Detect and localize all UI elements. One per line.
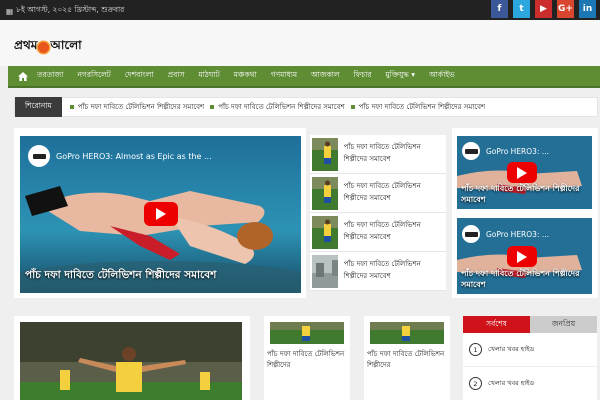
nav-item-gonomadhyom[interactable]: গণমাধ্যম	[264, 65, 304, 87]
video-header: GoPro HERO3: ...	[462, 142, 549, 160]
list-item-text: পাঁচ দফা দাবিতে টেলিভিশন শিল্পীদের সমাবে…	[343, 221, 421, 241]
logo-text-part2: আলো	[50, 38, 82, 52]
channel-avatar	[462, 225, 480, 243]
tab-latest[interactable]: সর্বশেষ	[463, 316, 530, 333]
item-text: খেলার খবর হাইড	[488, 345, 535, 353]
ticker-item[interactable]: পাঁচ দফা দাবিতে টেলিভিশন শিল্পীদের সমাবে…	[210, 101, 345, 113]
headline-ticker: শিরোনাম পাঁচ দফা দাবিতে টেলিভিশন শিল্পীদ…	[14, 96, 598, 117]
sun-logo-icon	[38, 41, 50, 53]
bottom-card[interactable]: পাঁচ দফা দাবিতে টেলিভিশন শিল্পীদের	[264, 316, 350, 400]
current-date: ▦ ৮ই আগস্ট, ২০২৫ খ্রিস্টাব্দ, শুক্রবার	[6, 5, 124, 17]
nav-item-feature[interactable]: ফিচার	[347, 65, 379, 87]
video-header: GoPro HERO3: ...	[462, 225, 549, 243]
soccer-thumbnail	[312, 138, 338, 171]
square-bullet-icon	[350, 105, 355, 109]
list-item-text: পাঁচ দফা দাবিতে টেলিভিশন শিল্পীদের সমাবে…	[343, 143, 421, 163]
item-number: 2	[469, 377, 482, 390]
square-bullet-icon	[210, 105, 215, 109]
ticker-label: শিরোনাম	[15, 96, 62, 117]
video-title[interactable]: GoPro HERO3: Almost as Epic as the ...	[56, 152, 212, 161]
video-title[interactable]: GoPro HERO3: ...	[486, 147, 549, 156]
nav-item-mathghat[interactable]: মাঠঘাট	[191, 65, 226, 87]
list-item[interactable]: 1 খেলার খবর হাইড	[463, 333, 597, 367]
list-item[interactable]: 2 খেলার খবর হাইড	[463, 367, 597, 400]
site-logo[interactable]: প্রথম আলো	[14, 37, 82, 57]
flood-thumbnail	[312, 255, 338, 288]
nav-item-nogorsylhet[interactable]: নগরসিলেট	[70, 65, 117, 87]
soccer-player-image	[20, 322, 242, 400]
camera-icon	[32, 153, 46, 159]
featured-caption[interactable]: পাঁচ দফা দাবিতে টেলিভিশন শিল্পীদের সমাবে…	[25, 268, 216, 285]
google-plus-icon[interactable]: G+	[557, 0, 574, 18]
square-bullet-icon	[69, 105, 74, 109]
twitter-icon[interactable]: t	[513, 0, 530, 18]
list-item-text: পাঁচ দফা দাবিতে টেলিভিশন শিল্পীদের সমাবে…	[343, 182, 421, 202]
nav-item-tortaja[interactable]: তরতাজা	[30, 65, 70, 87]
date-text: ৮ই আগস্ট, ২০২৫ খ্রিস্টাব্দ, শুক্রবার	[16, 5, 125, 14]
featured-video[interactable]: GoPro HERO3: Almost as Epic as the ... প…	[20, 136, 301, 293]
nav-item-archive[interactable]: আর্কাইভ	[422, 65, 462, 87]
logo-text-part1: প্রথম	[14, 38, 38, 52]
main-nav: তরতাজা নগরসিলেট দেশবাংলা প্রবাস মাঠঘাট ম…	[8, 66, 600, 88]
item-number: 1	[469, 343, 482, 356]
site-header: প্রথম আলো	[0, 20, 600, 66]
nav-item-monchokotha[interactable]: মঞ্চকথা	[227, 65, 264, 87]
youtube-icon[interactable]: ▶	[535, 0, 552, 18]
list-item[interactable]: পাঁচ দফা দাবিতে টেলিভিশন শিল্পীদের সমাবে…	[310, 213, 446, 252]
social-links: f t ▶ G+ in	[491, 0, 596, 18]
play-button[interactable]	[144, 202, 178, 226]
list-item-text: পাঁচ দফা দাবিতে টেলিভিশন শিল্পীদের সমাবে…	[343, 260, 421, 280]
side-news-list: পাঁচ দফা দাবিতে টেলিভিশন শিল্পীদের সমাবে…	[310, 135, 446, 291]
video-caption[interactable]: পাঁচ দফা দাবিতে টেলিভিশন শিল্পীদের সমাবে…	[461, 183, 589, 205]
list-item[interactable]: পাঁচ দফা দাবিতে টেলিভিশন শিল্পীদের সমাবে…	[310, 174, 446, 213]
facebook-icon[interactable]: f	[491, 0, 508, 18]
soccer-feature-image[interactable]	[20, 322, 242, 400]
video-title[interactable]: GoPro HERO3: ...	[486, 230, 549, 239]
linkedin-icon[interactable]: in	[579, 0, 596, 18]
nav-item-muktijuddho-dropdown[interactable]: মুক্তিযুদ্ধ ▾	[379, 65, 423, 87]
top-bar: ▦ ৮ই আগস্ট, ২০২৫ খ্রিস্টাব্দ, শুক্রবার f…	[0, 0, 600, 20]
play-button[interactable]	[507, 246, 537, 267]
tab-popular[interactable]: জনপ্রিয়	[530, 316, 597, 333]
item-text: খেলার খবর হাইড	[488, 379, 535, 387]
soccer-thumbnail	[312, 216, 338, 249]
nav-item-deshbangla[interactable]: দেশবাংলা	[118, 65, 161, 87]
camera-icon	[464, 148, 478, 154]
nav-item-ajkal[interactable]: আজকাল	[304, 65, 346, 87]
calendar-icon: ▦	[6, 6, 14, 16]
card-caption: পাঁচ দফা দাবিতে টেলিভিশন শিল্পীদের	[367, 350, 445, 369]
ticker-item[interactable]: পাঁচ দফা দাবিতে টেলিভিশন শিল্পীদের সমাবে…	[350, 101, 485, 113]
channel-avatar	[462, 142, 480, 160]
list-item[interactable]: পাঁচ দফা দাবিতে টেলিভিশন শিল্পীদের সমাবে…	[310, 135, 446, 174]
video-header: GoPro HERO3: Almost as Epic as the ...	[28, 145, 212, 167]
channel-avatar	[28, 145, 50, 167]
list-item[interactable]: পাঁচ দফা দাবিতে টেলিভিশন শিল্পীদের সমাবে…	[310, 252, 446, 291]
camera-icon	[464, 231, 478, 237]
video-caption[interactable]: পাঁচ দফা দাবিতে টেলিভিশন শিল্পীদের সমাবে…	[461, 268, 589, 290]
card-caption: পাঁচ দফা দাবিতে টেলিভিশন শিল্পীদের	[267, 350, 345, 369]
side-video[interactable]: GoPro HERO3: ... পাঁচ দফা দাবিতে টেলিভিশ…	[457, 218, 592, 294]
play-button[interactable]	[507, 162, 537, 183]
play-icon	[517, 166, 527, 179]
play-icon	[517, 250, 527, 263]
home-icon[interactable]	[16, 71, 30, 81]
bottom-card[interactable]: পাঁচ দফা দাবিতে টেলিভিশন শিল্পীদের	[364, 316, 450, 400]
soccer-thumbnail	[370, 322, 444, 344]
latest-popular-widget: সর্বশেষ জনপ্রিয় 1 খেলার খবর হাইড 2 খেলা…	[463, 316, 597, 400]
ticker-item[interactable]: পাঁচ দফা দাবিতে টেলিভিশন শিল্পীদের সমাবে…	[69, 101, 204, 113]
nav-item-probash[interactable]: প্রবাস	[161, 65, 192, 87]
soccer-thumbnail	[312, 177, 338, 210]
play-icon	[156, 208, 166, 220]
soccer-thumbnail	[270, 322, 344, 344]
side-video[interactable]: GoPro HERO3: ... পাঁচ দফা দাবিতে টেলিভিশ…	[457, 136, 592, 209]
